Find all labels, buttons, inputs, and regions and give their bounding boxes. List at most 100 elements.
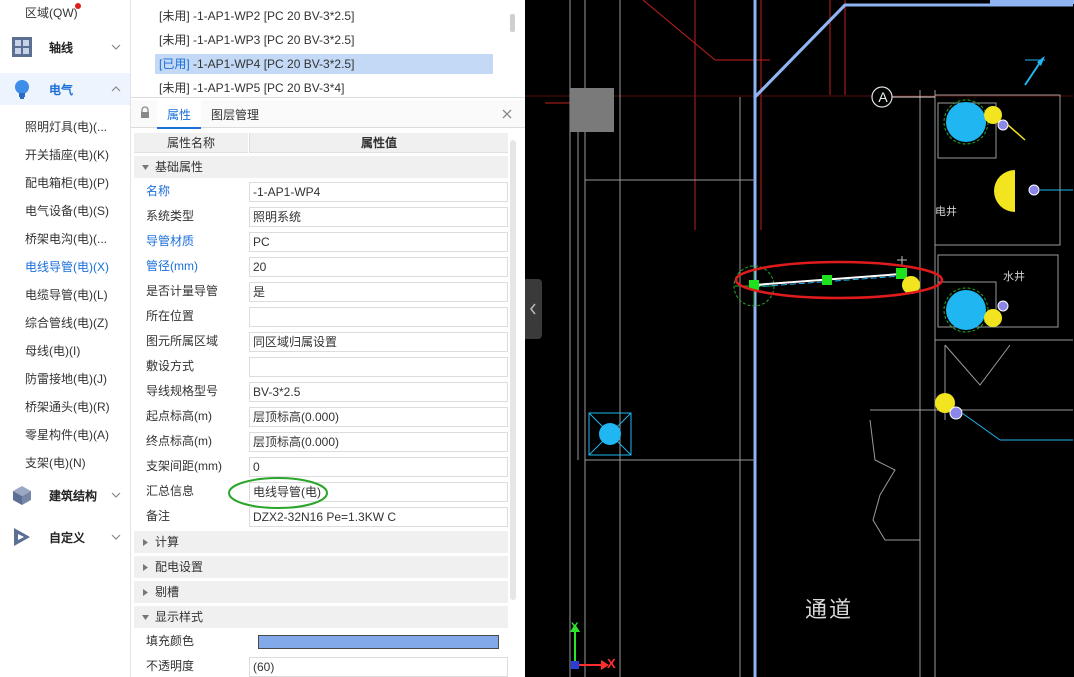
- prop-name: 终点标高(m): [146, 434, 212, 448]
- prop-name: 所在位置: [146, 309, 195, 323]
- nav-electrical-item[interactable]: 支架(电)(N): [25, 454, 86, 471]
- nav-electrical-item-label: 零星构件(电)(A): [25, 428, 109, 442]
- nav-electrical-item-label: 综合管线(电)(Z): [25, 316, 109, 330]
- prop-value[interactable]: 层顶标高(0.000): [249, 407, 508, 427]
- nav-section-electrical-label: 电气: [49, 82, 74, 97]
- nav-electrical-item-label: 照明灯具(电)(...: [25, 120, 107, 134]
- left-navigation: 区域(QW) 轴线 电气 照明灯具(电)(... 开关插座(电)(K) 配电箱柜(电…: [0, 0, 131, 677]
- nav-electrical-item-label: 配电箱柜(电)(P): [25, 176, 109, 190]
- prop-value[interactable]: PC: [249, 232, 508, 252]
- nav-electrical-item[interactable]: 照明灯具(电)(...: [25, 118, 107, 135]
- nav-electrical-item[interactable]: 母线(电)(I): [25, 342, 80, 359]
- nav-electrical-item[interactable]: 零星构件(电)(A): [25, 426, 109, 443]
- property-panel: 属性 图层管理 属性名称 属性值 基础属性 名称 -1-AP1-WP4 系统类型 照明…: [131, 100, 525, 677]
- group-display-style[interactable]: 显示样式: [134, 606, 508, 628]
- axis-bubble-a-label: A: [878, 89, 888, 105]
- nav-electrical-item[interactable]: 电线导管(电)(X): [25, 258, 109, 275]
- expand-triangle-icon: [143, 564, 148, 571]
- prop-row: 所在位置: [134, 304, 508, 329]
- prop-value[interactable]: BV-3*2.5: [249, 382, 508, 402]
- nav-electrical-item[interactable]: 综合管线(电)(Z): [25, 314, 108, 331]
- tab-properties[interactable]: 属性: [157, 100, 201, 129]
- collapse-triangle-icon: [142, 165, 149, 170]
- prop-value[interactable]: 层顶标高(0.000): [249, 432, 508, 452]
- prop-group-collapsed[interactable]: 剔槽: [134, 581, 508, 603]
- nav-electrical-item-label: 母线(电)(I): [25, 344, 81, 358]
- prop-value[interactable]: 照明系统: [249, 207, 508, 227]
- nav-electrical-item[interactable]: 配电箱柜(电)(P): [25, 174, 109, 191]
- nav-electrical-item[interactable]: 防雷接地(电)(J): [25, 370, 107, 387]
- prop-group-collapsed[interactable]: 计算: [134, 531, 508, 553]
- nav-electrical-item-label: 开关插座(电)(K): [25, 148, 109, 162]
- group-basic-properties[interactable]: 基础属性: [134, 156, 508, 178]
- wire-status: [未用]: [159, 9, 190, 23]
- prop-value[interactable]: 20: [249, 257, 508, 277]
- chevron-down-icon: [111, 44, 121, 50]
- tab-layers[interactable]: 图层管理: [211, 100, 259, 128]
- prop-row: 终点标高(m) 层顶标高(0.000): [134, 429, 508, 454]
- column-header-name: 属性名称: [134, 133, 248, 153]
- wire-status: [已用]: [159, 57, 190, 71]
- nav-section-custom-label: 自定义: [49, 530, 86, 545]
- fill-color-swatch[interactable]: [258, 635, 499, 649]
- wire-list-item[interactable]: [未用] -1-AP1-WP5 [PC 20 BV-3*4]: [155, 78, 493, 97]
- tab-layers-label: 图层管理: [211, 108, 260, 122]
- prop-row: 导管材质 PC: [134, 229, 508, 254]
- nav-electrical-item[interactable]: 桥架电沟(电)(...: [25, 230, 107, 247]
- nav-section-structure[interactable]: 建筑结构: [0, 483, 130, 507]
- expand-triangle-icon: [143, 589, 148, 596]
- cad-canvas[interactable]: A 电井 水井 通道 Y X: [525, 0, 1074, 677]
- property-grid: 属性名称 属性值 基础属性 名称 -1-AP1-WP4 系统类型 照明系统 导管材质 PC…: [134, 133, 508, 677]
- prop-group-label: 剔槽: [155, 585, 180, 599]
- prop-row: 管径(mm) 20: [134, 254, 508, 279]
- panel-collapse-handle[interactable]: [525, 279, 542, 339]
- highlight-ellipse-green: [228, 477, 328, 509]
- prop-value[interactable]: [249, 357, 508, 377]
- prop-row: 导线规格型号 BV-3*2.5: [134, 379, 508, 404]
- lock-icon[interactable]: [140, 106, 150, 120]
- prop-value-opacity[interactable]: (60): [249, 657, 508, 677]
- prop-name: 敷设方式: [146, 359, 195, 373]
- wire-list-item[interactable]: [未用] -1-AP1-WP2 [PC 20 BV-3*2.5]: [155, 6, 493, 26]
- prop-name: 是否计量导管: [146, 284, 219, 298]
- wire-list-item[interactable]: [未用] -1-AP1-WP3 [PC 20 BV-3*2.5]: [155, 30, 493, 50]
- middle-panel: [未用] -1-AP1-WP2 [PC 20 BV-3*2.5] [未用] -1-…: [131, 0, 525, 677]
- prop-row: 名称 -1-AP1-WP4: [134, 179, 508, 204]
- nav-electrical-item-label: 桥架电沟(电)(...: [25, 232, 107, 246]
- wire-list-scrollbar[interactable]: [510, 14, 515, 32]
- nav-section-custom[interactable]: 自定义: [0, 525, 130, 549]
- prop-value[interactable]: 同区域归属设置: [249, 332, 508, 352]
- prop-value[interactable]: -1-AP1-WP4: [249, 182, 508, 202]
- close-icon[interactable]: [502, 109, 512, 119]
- prop-value[interactable]: [249, 307, 508, 327]
- cube-icon: [13, 486, 31, 505]
- wire-status: [未用]: [159, 33, 190, 47]
- tab-strip: 属性 图层管理: [131, 100, 525, 129]
- custom-icon: [14, 528, 30, 546]
- chevron-down-icon: [111, 534, 121, 540]
- prop-name: 管径(mm): [146, 259, 198, 273]
- shaft-water-label: 水井: [1003, 270, 1025, 283]
- wire-status: [未用]: [159, 81, 190, 95]
- nav-electrical-item[interactable]: 电气设备(电)(S): [25, 202, 109, 219]
- prop-group-collapsed[interactable]: 配电设置: [134, 556, 508, 578]
- wire-text: -1-AP1-WP5 [PC 20 BV-3*4]: [189, 81, 345, 95]
- nav-section-electrical[interactable]: 电气: [0, 73, 130, 105]
- prop-name: 支架间距(mm): [146, 459, 222, 473]
- nav-item-region-label: 区域(QW): [25, 6, 78, 20]
- wire-list-item[interactable]: [已用] -1-AP1-WP4 [PC 20 BV-3*2.5]: [155, 54, 493, 74]
- prop-row: 是否计量导管 是: [134, 279, 508, 304]
- prop-name: 图元所属区域: [146, 334, 219, 348]
- property-grid-scrollbar[interactable]: [510, 140, 516, 600]
- nav-electrical-item[interactable]: 开关插座(电)(K): [25, 146, 109, 163]
- nav-section-axis[interactable]: 轴线: [0, 35, 130, 59]
- nav-electrical-item-label: 支架(电)(N): [25, 456, 86, 470]
- nav-electrical-item[interactable]: 桥架通头(电)(R): [25, 398, 110, 415]
- nav-electrical-item[interactable]: 电缆导管(电)(L): [25, 286, 108, 303]
- wire-text: -1-AP1-WP3 [PC 20 BV-3*2.5]: [189, 33, 355, 47]
- chevron-left-icon: [530, 303, 536, 315]
- prop-name: 起点标高(m): [146, 409, 212, 423]
- shaft-electrical-label: 电井: [935, 205, 957, 218]
- prop-value[interactable]: 是: [249, 282, 508, 302]
- nav-item-region[interactable]: 区域(QW): [25, 4, 78, 21]
